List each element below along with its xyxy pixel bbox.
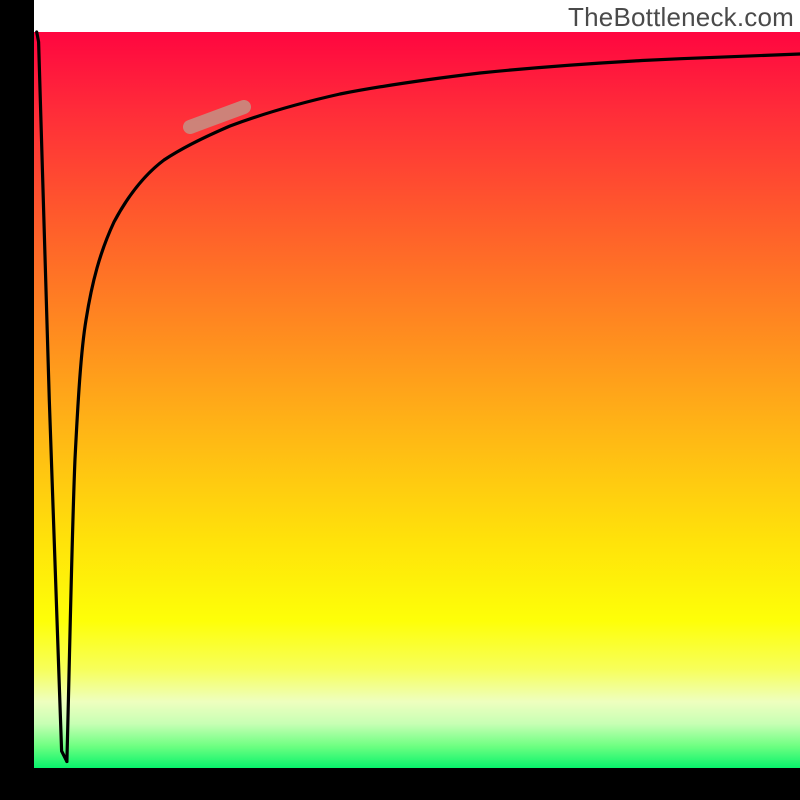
plot-gradient-background bbox=[34, 32, 800, 768]
chart-stage: TheBottleneck.com bbox=[0, 0, 800, 800]
x-axis-bar bbox=[0, 768, 800, 800]
y-axis-bar bbox=[0, 0, 34, 800]
watermark-text: TheBottleneck.com bbox=[568, 2, 794, 33]
